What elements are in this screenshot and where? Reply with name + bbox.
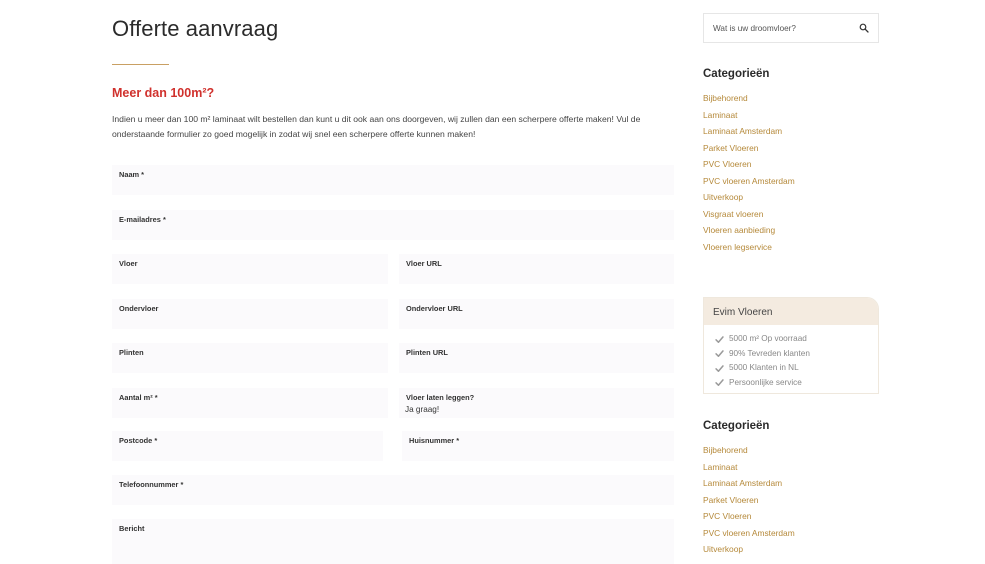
category-link[interactable]: Vloeren legservice — [703, 239, 795, 256]
check-icon — [715, 379, 724, 387]
floor-field[interactable]: Vloer — [112, 254, 388, 284]
usp-item-label: 5000 m² Op voorraad — [729, 334, 807, 343]
category-link[interactable]: Uitverkoop — [703, 189, 795, 206]
categories-title: Categorieën — [703, 68, 770, 80]
title-divider — [112, 64, 169, 65]
message-textarea[interactable]: Bericht — [112, 519, 674, 564]
category-link[interactable]: Visgraat vloeren — [703, 206, 795, 223]
floor-url-label: Vloer URL — [406, 259, 442, 268]
usp-item-label: 90% Tevreden klanten — [729, 348, 810, 358]
usp-item-label: 5000 Klanten in NL — [729, 363, 799, 372]
page-title: Offerte aanvraag — [112, 16, 279, 41]
usp-item: 90% Tevreden klanten — [715, 347, 810, 362]
search-placeholder: Wat is uw droomvloer? — [713, 24, 796, 33]
category-link[interactable]: Bijbehorend — [703, 90, 795, 107]
underlay-label: Ondervloer — [119, 304, 159, 313]
usp-item: 5000 Klanten in NL — [715, 361, 810, 376]
installation-value: Ja graag! — [405, 405, 440, 414]
floor-label: Vloer — [119, 259, 138, 268]
skirting-url-label: Plinten URL — [406, 348, 448, 357]
installation-select[interactable]: Vloer laten leggen? Ja graag! — [399, 388, 674, 418]
search-input[interactable]: Wat is uw droomvloer? — [703, 13, 879, 43]
phone-label: Telefoonnummer * — [119, 480, 184, 489]
email-field[interactable]: E-mailadres * — [112, 210, 674, 240]
check-icon — [715, 335, 724, 343]
categories-title-2: Categorieën — [703, 420, 770, 432]
usp-item: Persoonlijke service — [715, 376, 810, 391]
category-link[interactable]: Laminaat Amsterdam — [703, 123, 795, 140]
check-icon — [715, 364, 724, 372]
usp-item: 5000 m² Op voorraad — [715, 332, 810, 347]
categories-list-2: Bijbehorend Laminaat Laminaat Amsterdam Par… — [703, 442, 795, 558]
floor-url-field[interactable]: Vloer URL — [399, 254, 674, 284]
area-label: Aantal m² * — [119, 393, 158, 402]
underlay-url-label: Ondervloer URL — [406, 304, 463, 313]
intro-text: Indien u meer dan 100 m² laminaat wilt b… — [112, 114, 641, 139]
underlay-field[interactable]: Ondervloer — [112, 299, 388, 329]
categories-list: Bijbehorend Laminaat Laminaat Amsterdam Par… — [703, 90, 795, 255]
email-label: E-mailadres * — [119, 215, 166, 224]
category-link[interactable]: PVC Vloeren — [703, 508, 795, 525]
usp-title: Evim Vloeren — [713, 307, 773, 318]
usp-header: Evim Vloeren — [704, 298, 878, 325]
category-link[interactable]: PVC vloeren Amsterdam — [703, 525, 795, 542]
category-link[interactable]: Bijbehorend — [703, 442, 795, 459]
installation-label: Vloer laten leggen? — [406, 393, 475, 402]
usp-box: Evim Vloeren 5000 m² Op voorraad 90% Tevr… — [703, 297, 879, 394]
skirting-field[interactable]: Plinten — [112, 343, 388, 373]
category-link[interactable]: PVC vloeren Amsterdam — [703, 173, 795, 190]
postcode-label: Postcode * — [119, 436, 158, 445]
area-field[interactable]: Aantal m² * — [112, 388, 388, 418]
skirting-url-field[interactable]: Plinten URL — [399, 343, 674, 373]
underlay-url-field[interactable]: Ondervloer URL — [399, 299, 674, 329]
category-link[interactable]: Vloeren aanbieding — [703, 222, 795, 239]
category-link[interactable]: PVC Vloeren — [703, 156, 795, 173]
house-number-label: Huisnummer * — [409, 436, 460, 445]
search-icon[interactable] — [859, 23, 869, 33]
section-subheading: Meer dan 100m²? — [112, 86, 215, 100]
name-label: Naam * — [119, 170, 145, 179]
usp-item-label: Persoonlijke service — [729, 377, 802, 387]
usp-list: 5000 m² Op voorraad 90% Tevreden klanten 5… — [715, 332, 810, 390]
phone-field[interactable]: Telefoonnummer * — [112, 475, 674, 505]
category-link[interactable]: Uitverkoop — [703, 541, 795, 558]
postcode-field[interactable]: Postcode * — [112, 431, 383, 461]
category-link[interactable]: Laminaat Amsterdam — [703, 475, 795, 492]
category-link[interactable]: Laminaat — [703, 107, 795, 124]
message-label: Bericht — [119, 524, 145, 533]
check-icon — [715, 350, 724, 358]
category-link[interactable]: Laminaat — [703, 459, 795, 476]
category-link[interactable]: Parket Vloeren — [703, 140, 795, 157]
house-number-field[interactable]: Huisnummer * — [402, 431, 674, 461]
name-field[interactable]: Naam * — [112, 165, 674, 195]
category-link[interactable]: Parket Vloeren — [703, 492, 795, 509]
skirting-label: Plinten — [119, 348, 144, 357]
